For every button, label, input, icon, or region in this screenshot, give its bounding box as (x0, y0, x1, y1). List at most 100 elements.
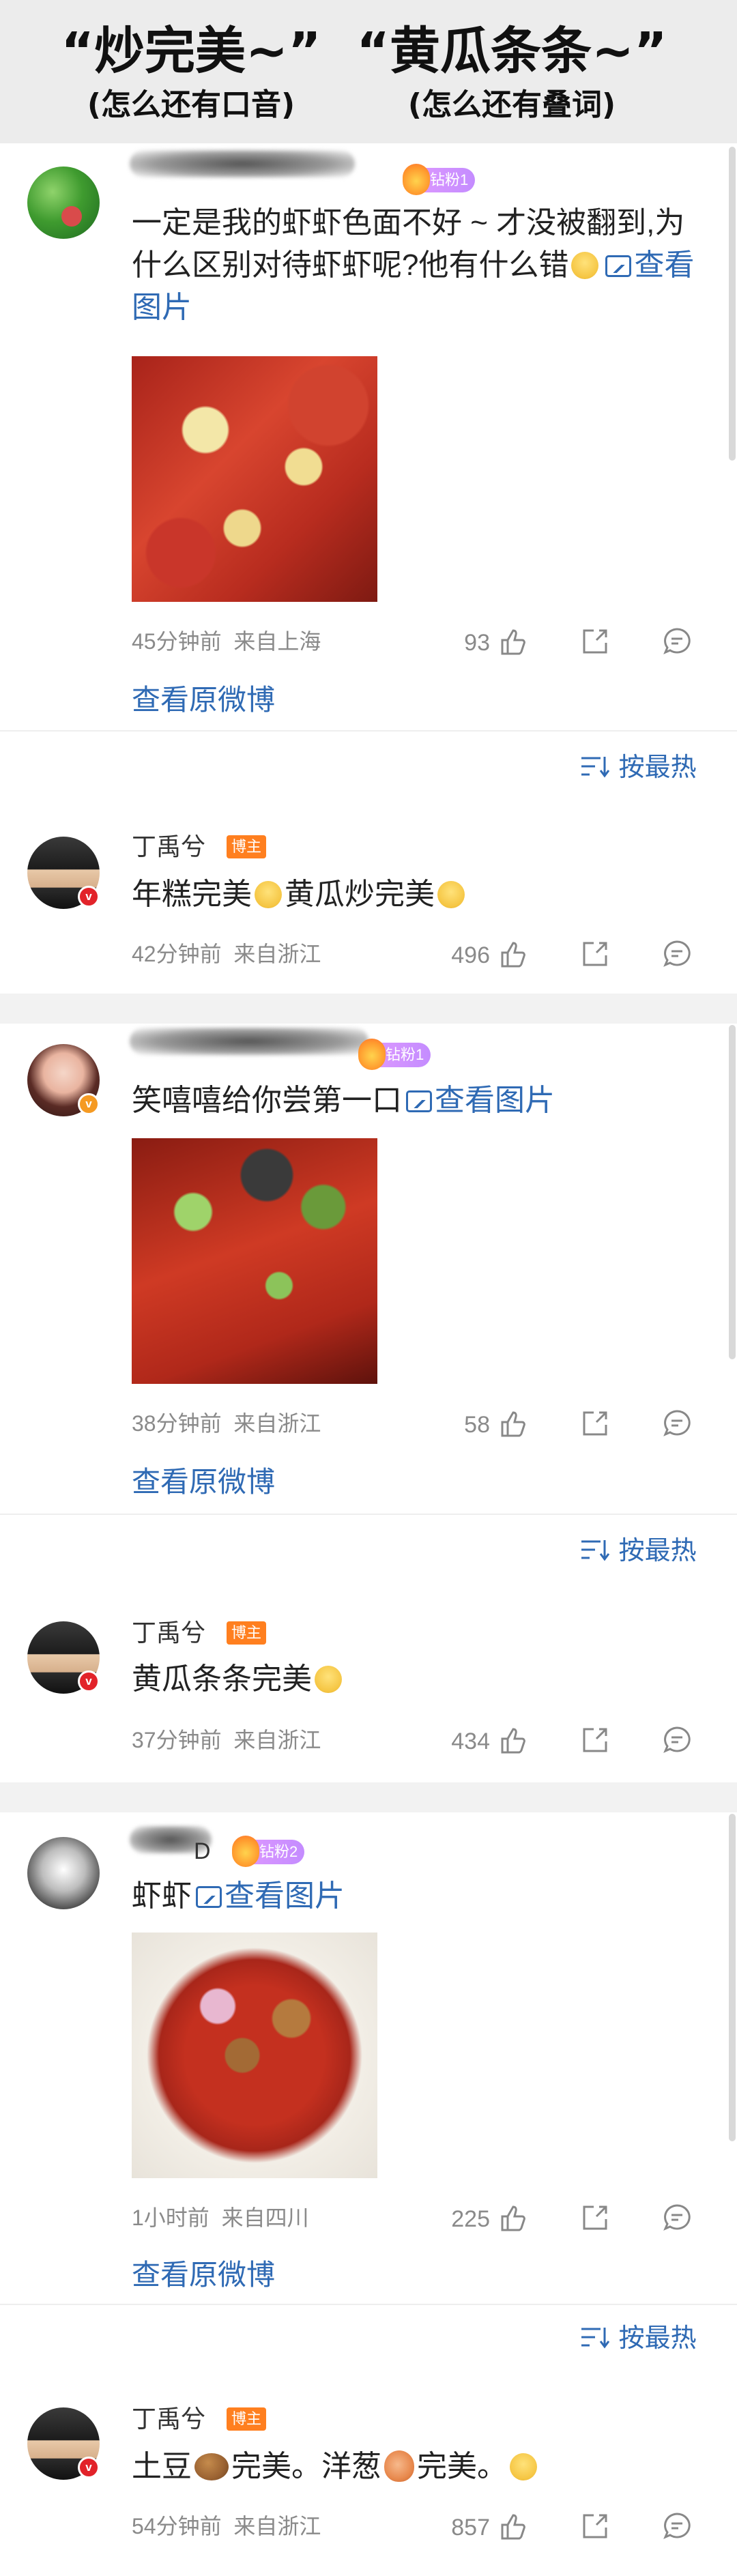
thumb-up-icon[interactable] (498, 626, 528, 656)
like-count: 58 (464, 1412, 490, 1438)
reply-location: 来自浙江 (233, 1728, 321, 1752)
header-right-title: “黄瓜条条~” (356, 22, 667, 81)
reply-text: 年糕完美 黄瓜炒完美 (132, 873, 698, 916)
share-icon[interactable] (580, 939, 610, 969)
sort-icon (581, 2328, 610, 2349)
thumb-up-icon[interactable] (498, 2203, 528, 2233)
username[interactable]: 丁禹兮 (132, 1617, 205, 1649)
crown-icon (358, 1039, 386, 1070)
scrollbar[interactable] (729, 1814, 736, 2141)
username[interactable]: 丁禹兮 (132, 831, 205, 863)
comment-meta: 1小时前 来自四川 (132, 2204, 309, 2231)
sort-hottest-button[interactable]: 按最热 (579, 2323, 697, 2354)
share-icon[interactable] (580, 626, 610, 656)
fan-badge-label: 钻粉1 (386, 1046, 424, 1063)
comment-location: 来自四川 (221, 2205, 309, 2230)
view-original-weibo-link[interactable]: 查看原微博 (132, 1464, 275, 1500)
potato-icon (194, 2453, 229, 2480)
share-icon[interactable] (580, 1725, 610, 1755)
thumb-up-icon[interactable] (498, 939, 528, 969)
comment-meta: 38分钟前 来自浙江 (132, 1410, 321, 1437)
divider (0, 730, 737, 732)
like-count: 225 (451, 2206, 490, 2232)
avatar[interactable] (27, 1837, 100, 1909)
verified-icon: v (78, 1670, 100, 1692)
sort-hottest-button[interactable]: 按最热 (579, 1535, 697, 1567)
like-count: 496 (451, 942, 490, 968)
fan-badge-label: 钻粉2 (259, 1843, 298, 1860)
comment-text: 笑嘻嘻给你尝第一口 查看图片 (132, 1080, 698, 1122)
comment-time: 1小时前 (132, 2205, 209, 2230)
username-visible-part[interactable]: D (194, 1836, 211, 1867)
sort-label: 按最热 (618, 753, 697, 782)
header-right-subtitle: (怎么还有叠词) (407, 87, 616, 122)
header-left: “炒完美~” (怎么还有口音) (55, 20, 328, 126)
scrollbar[interactable] (729, 147, 736, 461)
fan-badge-label: 钻粉1 (430, 171, 469, 188)
smiley-icon (437, 881, 465, 908)
reply-text-b: 完美。洋葱 (231, 2450, 381, 2483)
share-icon[interactable] (580, 2203, 610, 2233)
comment-text: 虾虾 查看图片 (132, 1875, 698, 1917)
reply-text: 黄瓜条条完美 (132, 1658, 698, 1701)
comment-location: 来自上海 (233, 629, 321, 654)
view-original-weibo-link[interactable]: 查看原微博 (132, 2257, 275, 2293)
thread-gap (0, 994, 737, 1024)
comment-icon[interactable] (662, 2203, 692, 2233)
crying-face-icon (571, 252, 599, 279)
thumb-up-icon[interactable] (498, 1408, 528, 1438)
header-right: “黄瓜条条~” (怎么还有叠词) (355, 20, 669, 126)
view-image-link[interactable]: 查看图片 (192, 1879, 345, 1913)
smiley-icon (255, 881, 282, 908)
username[interactable]: 丁禹兮 (132, 2403, 205, 2435)
like-count: 857 (451, 2515, 490, 2541)
comment-body: 虾虾 (132, 1879, 192, 1913)
smiley-icon (315, 1666, 342, 1693)
comment-icon[interactable] (662, 939, 692, 969)
reply-meta: 42分钟前 来自浙江 (132, 940, 321, 968)
view-original-weibo-link[interactable]: 查看原微博 (132, 682, 275, 718)
crown-icon (403, 164, 430, 195)
reply-time: 54分钟前 (132, 2514, 222, 2538)
comment-photo[interactable] (132, 356, 377, 602)
comment-icon[interactable] (662, 626, 692, 656)
crown-icon (232, 1836, 259, 1867)
thumb-up-icon[interactable] (498, 1725, 528, 1755)
fan-badge: 钻粉1 (358, 1039, 431, 1070)
comment-icon[interactable] (662, 2511, 692, 2541)
view-image-label: 查看图片 (225, 1879, 345, 1913)
sort-icon (581, 757, 610, 778)
view-image-link[interactable]: 查看图片 (402, 1084, 555, 1117)
scrollbar[interactable] (729, 1025, 736, 1359)
sort-icon (581, 1540, 610, 1561)
verified-icon: v (78, 2457, 100, 2478)
thread-gap (0, 1782, 737, 1812)
comment-time: 45分钟前 (132, 629, 222, 654)
fan-badge: 钻粉1 (403, 164, 476, 195)
header-left-title: “炒完美~” (61, 22, 321, 81)
reply-time: 37分钟前 (132, 1728, 222, 1752)
reply-text-c: 完美。 (417, 2450, 507, 2483)
sort-hottest-button[interactable]: 按最热 (579, 752, 697, 783)
comment-time: 38分钟前 (132, 1411, 222, 1436)
comment-icon[interactable] (662, 1408, 692, 1438)
share-icon[interactable] (580, 2511, 610, 2541)
comment-photo[interactable] (132, 1138, 377, 1384)
reply-text: 土豆 完美。洋葱 完美。 (132, 2446, 698, 2488)
comment-photo[interactable] (132, 1933, 377, 2178)
like-count: 434 (451, 1728, 490, 1754)
avatar[interactable] (27, 167, 100, 239)
host-badge: 博主 (227, 1621, 267, 1645)
reply-text-a: 土豆 (132, 2450, 192, 2483)
divider (0, 1514, 737, 1515)
sort-label: 按最热 (618, 1537, 697, 1565)
comment-icon[interactable] (662, 1725, 692, 1755)
reply-text-a: 年糕完美 (132, 878, 252, 911)
reply-text-b: 黄瓜炒完美 (285, 878, 435, 911)
reply-meta: 37分钟前 来自浙江 (132, 1726, 321, 1754)
comment-text: 一定是我的虾虾色面不好 ~ 才没被翻到,为什么区别对待虾虾呢?他有什么错 查看图片 (132, 202, 698, 329)
share-icon[interactable] (580, 1408, 610, 1438)
image-icon (406, 1090, 432, 1112)
thumb-up-icon[interactable] (498, 2511, 528, 2541)
reply-text-a: 黄瓜条条完美 (132, 1662, 312, 1696)
